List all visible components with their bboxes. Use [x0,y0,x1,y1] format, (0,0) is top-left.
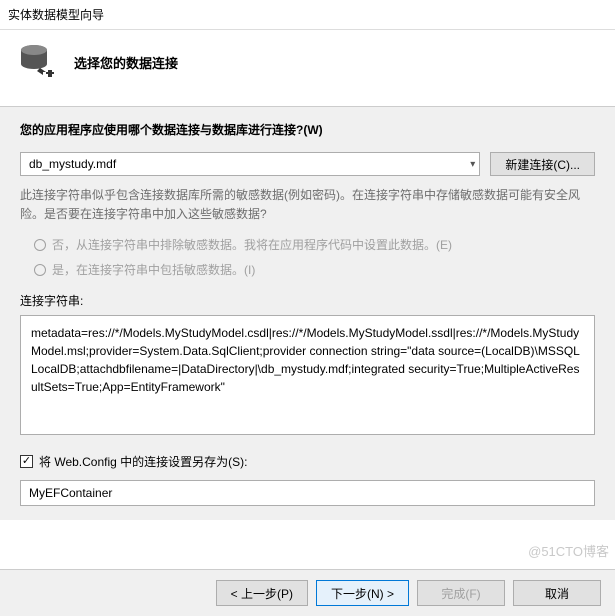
wizard-footer: < 上一步(P) 下一步(N) > 完成(F) 取消 [0,569,615,616]
connection-combo[interactable]: db_mystudy.mdf ▾ [20,152,480,176]
radio-exclude-label: 否，从连接字符串中排除敏感数据。我将在应用程序代码中设置此数据。(E) [52,236,452,253]
sensitive-radio-group: 否，从连接字符串中排除敏感数据。我将在应用程序代码中设置此数据。(E) 是，在连… [34,236,595,278]
wizard-page: 您的应用程序应使用哪个数据连接与数据库进行连接?(W) db_mystudy.m… [0,107,615,520]
next-button[interactable]: 下一步(N) > [316,580,409,606]
check-icon: ✓ [22,456,31,467]
radio-include-label: 是，在连接字符串中包括敏感数据。(I) [52,261,255,278]
wizard-header: 选择您的数据连接 [0,30,615,106]
radio-icon [34,264,46,276]
save-settings-checkbox[interactable]: ✓ [20,455,33,468]
cancel-button[interactable]: 取消 [513,580,601,606]
connection-question-label: 您的应用程序应使用哪个数据连接与数据库进行连接?(W) [20,121,595,138]
radio-include-sensitive: 是，在连接字符串中包括敏感数据。(I) [34,261,595,278]
settings-name-input[interactable]: MyEFContainer [20,480,595,506]
connection-string-label: 连接字符串: [20,292,595,309]
save-settings-label: 将 Web.Config 中的连接设置另存为(S): [39,453,247,470]
window-title: 实体数据模型向导 [0,0,615,30]
previous-button[interactable]: < 上一步(P) [216,580,308,606]
finish-button: 完成(F) [417,580,505,606]
chevron-down-icon: ▾ [470,159,475,170]
radio-exclude-sensitive: 否，从连接字符串中排除敏感数据。我将在应用程序代码中设置此数据。(E) [34,236,595,253]
watermark-text: @51CTO博客 [528,541,609,560]
header-title: 选择您的数据连接 [74,53,178,72]
new-connection-button[interactable]: 新建连接(C)... [490,152,595,176]
connection-combo-value: db_mystudy.mdf [29,157,116,171]
database-icon [18,42,58,82]
sensitive-data-description: 此连接字符串似乎包含连接数据库所需的敏感数据(例如密码)。在连接字符串中存储敏感… [20,186,595,224]
radio-icon [34,239,46,251]
connection-string-textbox[interactable]: metadata=res://*/Models.MyStudyModel.csd… [20,315,595,435]
